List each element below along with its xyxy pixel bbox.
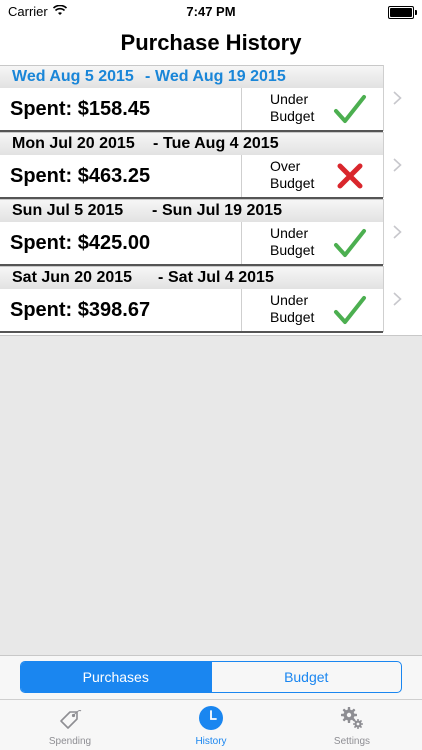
tab-history[interactable]: History: [141, 700, 281, 750]
clock-icon: [198, 705, 224, 731]
date-separator: -: [158, 269, 164, 286]
budget-status-line2: Budget: [270, 175, 315, 191]
disclosure-cell[interactable]: [383, 132, 422, 198]
purchase-history-list: Wed Aug 5 2015- Wed Aug 19 2015 Spent: $15…: [0, 65, 422, 335]
segment-bar: Purchases Budget: [0, 655, 422, 699]
budget-status-text: Under Budget: [270, 91, 330, 125]
spent-amount: Spent: $463.25: [0, 155, 242, 197]
end-date: Tue Aug 4 2015: [163, 135, 279, 152]
budget-status: Under Budget: [243, 88, 383, 130]
tab-spending-label: Spending: [48, 736, 92, 747]
end-date: Sat Jul 4 2015: [168, 269, 274, 286]
chevron-right-icon: [393, 290, 402, 311]
cross-icon: [333, 159, 367, 193]
date-range-header: Wed Aug 5 2015- Wed Aug 19 2015: [0, 65, 383, 88]
row-divider: [0, 331, 383, 333]
budget-status-text: Under Budget: [270, 225, 330, 259]
end-date: Wed Aug 19 2015: [155, 68, 286, 85]
spent-amount: Spent: $425.00: [0, 222, 242, 264]
disclosure-cell[interactable]: [383, 199, 422, 265]
checkmark-icon: [333, 92, 367, 126]
budget-status-line2: Budget: [270, 242, 315, 258]
price-tag-icon: [57, 705, 83, 731]
disclosure-cell[interactable]: [383, 65, 422, 131]
date-range-header: Sun Jul 5 2015 - Sun Jul 19 2015: [0, 199, 383, 222]
budget-status-line2: Budget: [270, 108, 315, 124]
date-separator: -: [152, 202, 158, 219]
page-title: Purchase History: [120, 30, 302, 55]
purchase-row[interactable]: Sun Jul 5 2015 - Sun Jul 19 2015 Spent: $42…: [0, 199, 422, 266]
start-date: Sun Jul 5 2015: [12, 202, 124, 219]
tab-spending[interactable]: Spending: [0, 700, 140, 750]
chevron-right-icon: [393, 223, 402, 244]
status-bar: Carrier 7:47 PM: [0, 0, 422, 24]
segmented-control: Purchases Budget: [20, 661, 402, 693]
spent-amount: Spent: $398.67: [0, 289, 242, 331]
empty-list-area: [0, 335, 422, 656]
chevron-right-icon: [393, 89, 402, 110]
date-range-header: Sat Jun 20 2015 - Sat Jul 4 2015: [0, 266, 383, 289]
tab-bar: Spending History Settings: [0, 699, 422, 750]
budget-segment[interactable]: Budget: [210, 662, 402, 692]
status-time: 7:47 PM: [186, 4, 236, 19]
spent-amount: Spent: $158.45: [0, 88, 242, 130]
budget-status-line1: Over: [270, 158, 301, 174]
budget-status: Over Budget: [243, 155, 383, 197]
budget-status-line1: Under: [270, 91, 309, 107]
purchases-segment[interactable]: Purchases: [21, 662, 211, 692]
budget-status-line1: Under: [270, 292, 309, 308]
gears-icon: [339, 705, 365, 731]
start-date: Mon Jul 20 2015: [12, 135, 135, 152]
date-separator: -: [153, 135, 159, 152]
budget-status-text: Under Budget: [270, 292, 330, 326]
end-date: Sun Jul 19 2015: [162, 202, 283, 219]
budget-status-line2: Budget: [270, 309, 315, 325]
checkmark-icon: [333, 226, 367, 260]
date-separator: -: [145, 68, 151, 85]
tab-history-label: History: [195, 736, 227, 747]
start-date: Wed Aug 5 2015: [12, 68, 134, 85]
purchase-row[interactable]: Mon Jul 20 2015 - Tue Aug 4 2015 Spent: $46…: [0, 132, 422, 199]
tab-settings-label: Settings: [333, 736, 371, 747]
budget-status-line1: Under: [270, 225, 309, 241]
purchase-row[interactable]: Wed Aug 5 2015- Wed Aug 19 2015 Spent: $15…: [0, 65, 422, 132]
budget-status-text: Over Budget: [270, 158, 330, 192]
budget-status: Under Budget: [243, 222, 383, 264]
disclosure-cell[interactable]: [383, 266, 422, 332]
start-date: Sat Jun 20 2015: [12, 269, 133, 286]
tab-settings[interactable]: Settings: [282, 700, 422, 750]
date-range-header: Mon Jul 20 2015 - Tue Aug 4 2015: [0, 132, 383, 155]
chevron-right-icon: [393, 156, 402, 177]
checkmark-icon: [333, 293, 367, 327]
purchase-row[interactable]: Sat Jun 20 2015 - Sat Jul 4 2015 Spent: $39…: [0, 266, 422, 333]
budget-status: Under Budget: [243, 289, 383, 331]
battery-icon: [388, 6, 417, 19]
